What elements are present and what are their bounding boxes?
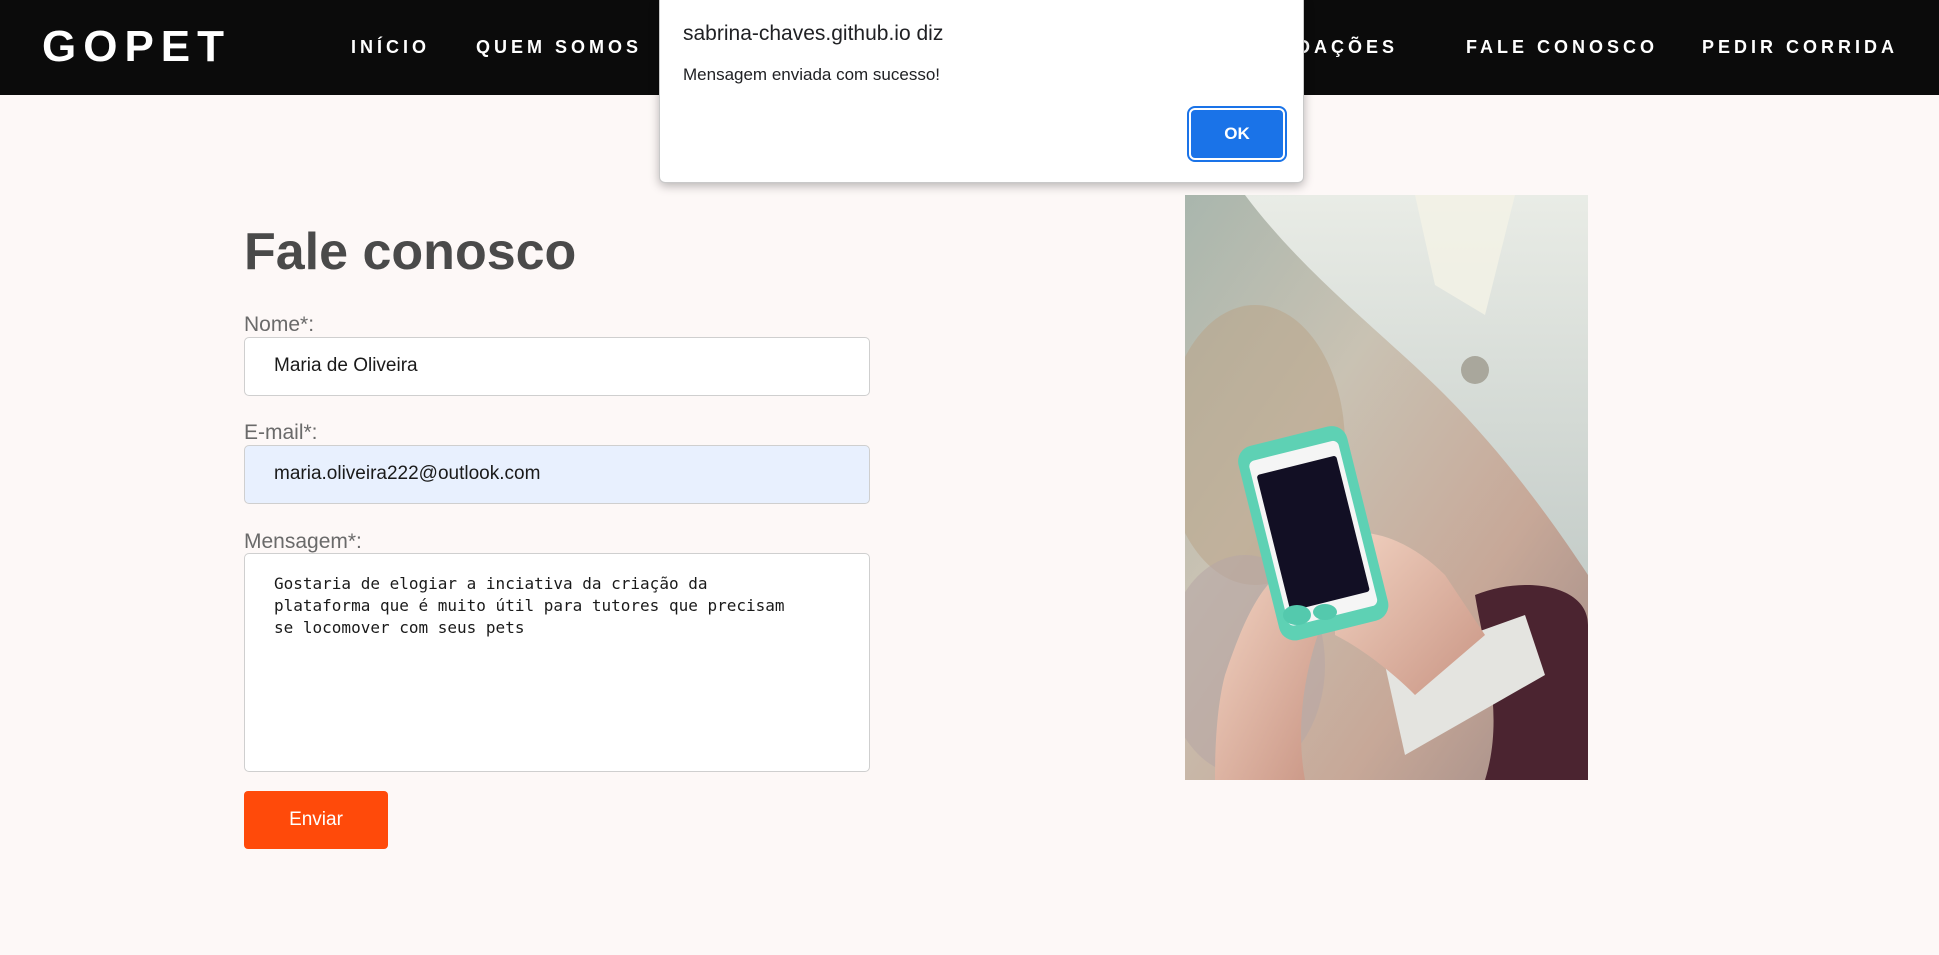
email-field[interactable]: maria.oliveira222@outlook.com xyxy=(244,445,870,504)
message-textarea[interactable]: Gostaria de elogiar a inciativa da criaç… xyxy=(244,553,870,772)
brand-logo[interactable]: GOPET xyxy=(42,22,231,72)
nav-link-quem-somos[interactable]: QUEM SOMOS xyxy=(476,36,642,58)
nav-link-fale-conosco[interactable]: FALE CONOSCO xyxy=(1466,36,1658,58)
alert-message: Mensagem enviada com sucesso! xyxy=(683,65,941,84)
alert-origin-title: sabrina-chaves.github.io diz xyxy=(683,22,944,45)
page-title: Fale conosco xyxy=(244,223,577,281)
nav-link-pedir-corrida[interactable]: PEDIR CORRIDA xyxy=(1702,36,1898,58)
nav-link-inicio[interactable]: INÍCIO xyxy=(351,36,430,58)
message-label: Mensagem*: xyxy=(244,530,362,553)
ok-button[interactable]: OK xyxy=(1187,106,1287,162)
email-label: E-mail*: xyxy=(244,421,318,444)
name-field[interactable]: Maria de Oliveira xyxy=(244,337,870,396)
contact-photo xyxy=(1185,195,1588,780)
alert-dialog: sabrina-chaves.github.io diz Mensagem en… xyxy=(659,0,1304,183)
name-label: Nome*: xyxy=(244,313,315,336)
send-button[interactable]: Enviar xyxy=(244,791,388,849)
